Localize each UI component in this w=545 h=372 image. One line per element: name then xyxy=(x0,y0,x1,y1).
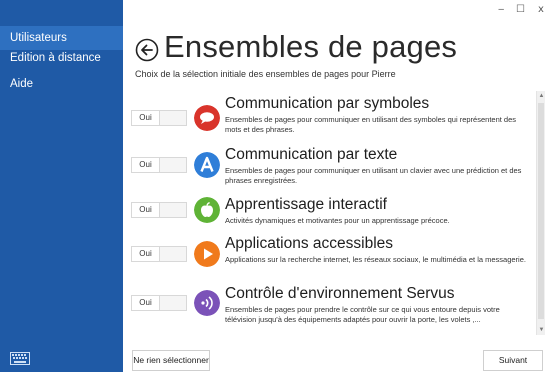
pageset-description: Ensembles de pages pour communiquer en u… xyxy=(225,115,516,134)
scroll-thumb[interactable] xyxy=(538,103,544,319)
page-title: Ensembles de pages xyxy=(164,29,458,64)
toggle-label: Oui xyxy=(132,158,160,172)
toggle-label: Oui xyxy=(132,111,160,125)
close-button[interactable]: x xyxy=(538,4,544,15)
select-none-button[interactable]: Ne rien sélectionner xyxy=(132,350,210,371)
pageset-title: Contrôle d'environnement Servus xyxy=(225,285,455,302)
scroll-up-arrow-icon[interactable]: ▲ xyxy=(537,93,545,99)
pageset-title: Communication par symboles xyxy=(225,95,430,112)
page-subtitle: Choix de la sélection initiale des ensem… xyxy=(135,69,396,79)
maximize-button[interactable]: ☐ xyxy=(516,4,525,15)
pageset-description: Applications sur la recherche internet, … xyxy=(225,255,526,264)
pageset-title: Applications accessibles xyxy=(225,235,394,252)
sidebar: Utilisateurs Edition à distance Aide xyxy=(0,0,123,372)
pageset-toggle[interactable]: Oui xyxy=(131,246,187,262)
list-scrollbar[interactable]: ▲ ▼ xyxy=(536,91,545,335)
pageset-list: Oui Communication par symboles Ensembles… xyxy=(130,90,535,335)
scroll-down-arrow-icon[interactable]: ▼ xyxy=(537,327,545,333)
toggle-label: Oui xyxy=(132,203,160,217)
pageset-title: Communication par texte xyxy=(225,146,398,163)
pageset-toggle[interactable]: Oui xyxy=(131,157,187,173)
pageset-description: Activités dynamiques et motivantes pour … xyxy=(225,216,450,225)
pageset-description: Ensembles de pages pour communiquer en u… xyxy=(225,166,522,185)
pageset-toggle[interactable]: Oui xyxy=(131,202,187,218)
speech-bubble-icon xyxy=(194,105,220,131)
letter-a-icon xyxy=(194,152,220,178)
sidebar-item-edition-a-distance[interactable]: Edition à distance xyxy=(0,46,123,70)
minimize-button[interactable]: ‒ xyxy=(498,4,504,15)
apple-icon xyxy=(194,197,220,223)
next-button[interactable]: Suivant xyxy=(483,350,543,371)
back-arrow-icon[interactable] xyxy=(135,38,159,62)
toggle-label: Oui xyxy=(132,247,160,261)
keyboard-icon[interactable] xyxy=(10,352,30,365)
pageset-toggle[interactable]: Oui xyxy=(131,295,187,311)
wireless-signal-icon xyxy=(194,290,220,316)
toggle-label: Oui xyxy=(132,296,160,310)
pageset-description: Ensembles de pages pour prendre le contr… xyxy=(225,305,500,324)
pageset-title: Apprentissage interactif xyxy=(225,196,387,213)
pageset-toggle[interactable]: Oui xyxy=(131,110,187,126)
sidebar-item-aide[interactable]: Aide xyxy=(0,72,123,96)
play-icon xyxy=(194,241,220,267)
